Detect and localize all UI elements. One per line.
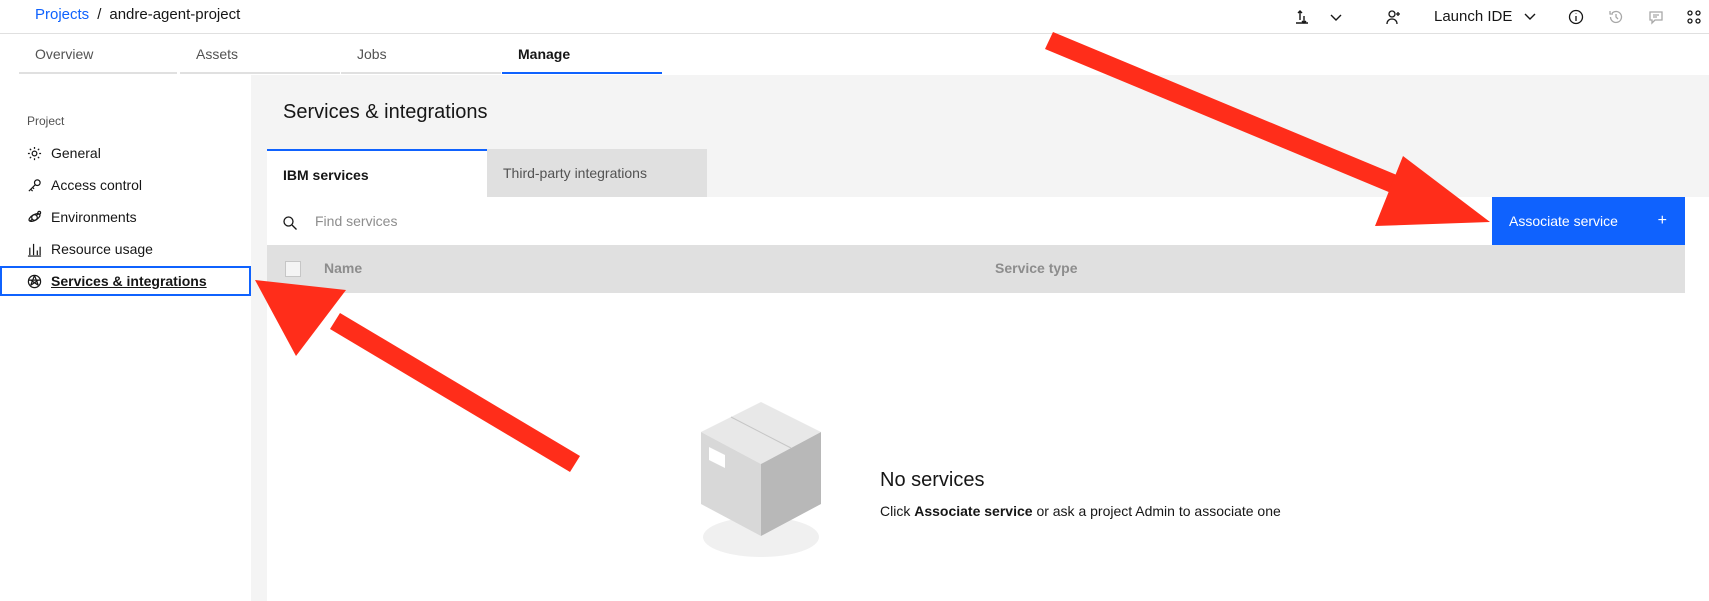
empty-state-description: Click Associate service or ask a project…	[880, 503, 1281, 519]
tab-overview[interactable]: Overview	[19, 34, 177, 74]
search-input[interactable]	[315, 197, 1475, 245]
tab-ibm-services[interactable]: IBM services	[267, 149, 487, 197]
main-content: Services & integrations IBM services Thi…	[251, 75, 1709, 601]
services-panel: Associate service + Name Service type No…	[267, 197, 1709, 601]
search-icon	[280, 213, 300, 233]
select-all-checkbox[interactable]	[285, 261, 301, 277]
upload-download-icon	[1292, 7, 1312, 27]
history-icon	[1606, 7, 1626, 27]
empty-desc-bold: Associate service	[914, 503, 1033, 519]
add-collaborator-button[interactable]	[1384, 0, 1404, 34]
comment-icon	[1646, 7, 1666, 27]
sidebar-item-label: General	[51, 145, 101, 161]
empty-box-illustration	[701, 402, 821, 557]
info-icon	[1566, 7, 1586, 27]
sidebar-item-services-integrations[interactable]: Services & integrations	[0, 266, 251, 296]
tab-third-party-integrations[interactable]: Third-party integrations	[487, 149, 707, 197]
column-header-service-type[interactable]: Service type	[995, 260, 1078, 276]
add-user-icon	[1384, 7, 1404, 27]
empty-state-title: No services	[880, 469, 985, 491]
chart-icon	[27, 243, 42, 257]
apps-icon	[1684, 7, 1704, 27]
associate-service-button[interactable]: Associate service +	[1492, 197, 1685, 245]
sidebar-item-label: Resource usage	[51, 241, 153, 257]
gear-icon	[27, 146, 42, 160]
breadcrumb: Projects / andre-agent-project	[35, 6, 240, 23]
history-button[interactable]	[1606, 0, 1626, 34]
column-header-name[interactable]: Name	[324, 260, 362, 276]
upload-download-button[interactable]	[1292, 0, 1312, 34]
chevron-down-icon	[1326, 7, 1346, 27]
comments-button[interactable]	[1646, 0, 1666, 34]
key-icon	[28, 178, 41, 192]
environment-icon	[28, 210, 42, 222]
top-bar: Projects / andre-agent-project Launch ID…	[0, 0, 1709, 34]
launch-chevron-down-icon	[1520, 6, 1540, 26]
tab-manage[interactable]: Manage	[502, 34, 662, 74]
sidebar-item-label: Services & integrations	[51, 273, 207, 289]
info-button[interactable]	[1566, 0, 1586, 34]
empty-desc-prefix: Click	[880, 503, 911, 519]
project-tabs: Overview Assets Jobs Manage	[0, 34, 1709, 74]
sidebar-item-environments[interactable]: Environments	[0, 202, 251, 232]
breadcrumb-separator: /	[97, 6, 102, 23]
plus-icon: +	[1657, 212, 1667, 229]
chevron-down-button[interactable]	[1326, 0, 1346, 34]
sidebar-item-access-control[interactable]: Access control	[0, 170, 251, 200]
tab-jobs[interactable]: Jobs	[341, 34, 501, 74]
launch-ide-button[interactable]: Launch IDE	[1434, 6, 1540, 26]
breadcrumb-projects-link[interactable]: Projects	[35, 6, 89, 23]
empty-desc-suffix: or ask a project Admin to associate one	[1036, 503, 1281, 519]
sidebar-group-label: Project	[27, 114, 65, 128]
sidebar-item-general[interactable]: General	[0, 138, 251, 168]
associate-service-label: Associate service	[1509, 213, 1618, 229]
page-title: Services & integrations	[283, 101, 488, 123]
manage-sidebar: Project General Access control Environme…	[0, 75, 251, 601]
search-bar	[267, 197, 1492, 245]
sidebar-item-label: Environments	[51, 209, 137, 225]
sidebar-item-resource-usage[interactable]: Resource usage	[0, 234, 251, 264]
services-icon	[27, 274, 42, 288]
tab-assets[interactable]: Assets	[180, 34, 340, 74]
table-header: Name Service type	[267, 245, 1685, 293]
launch-ide-label: Launch IDE	[1434, 7, 1513, 25]
apps-button[interactable]	[1684, 0, 1704, 34]
breadcrumb-current: andre-agent-project	[109, 6, 241, 23]
sidebar-item-label: Access control	[51, 177, 143, 193]
